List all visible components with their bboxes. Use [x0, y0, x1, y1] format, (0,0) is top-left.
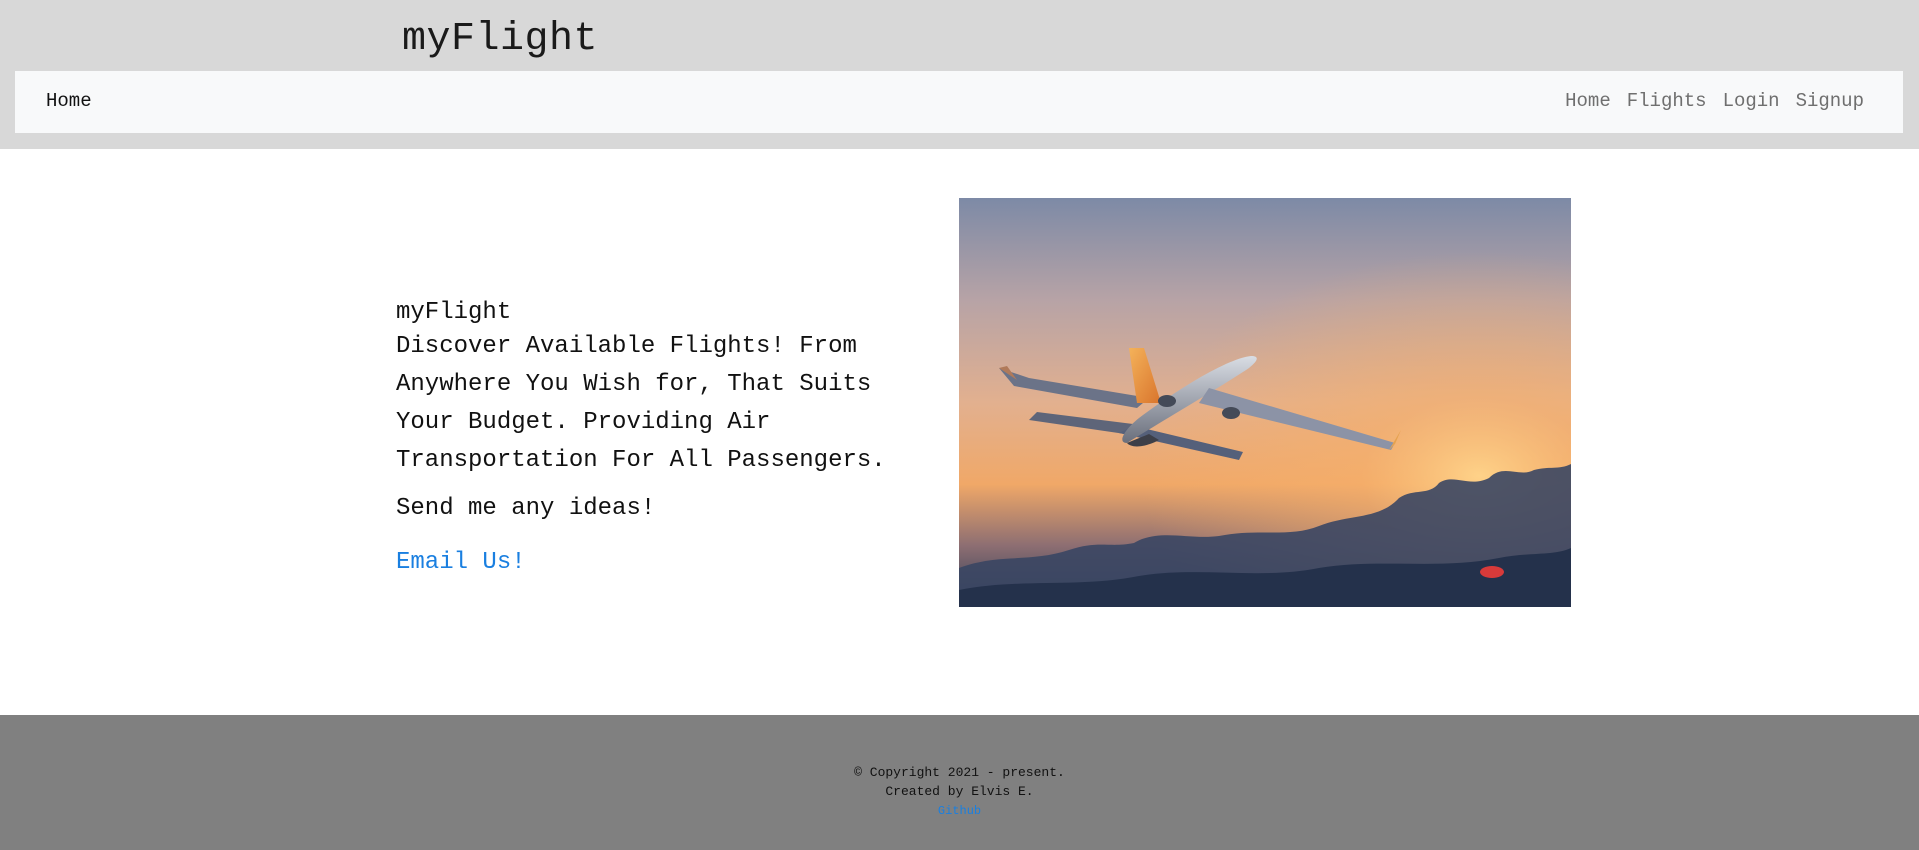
nav-links: Home Flights Login Signup — [1565, 89, 1864, 113]
nav-link-signup[interactable]: Signup — [1796, 89, 1864, 113]
airplane-sunset-image — [959, 198, 1571, 607]
footer: © Copyright 2021 - present. Created by E… — [0, 715, 1919, 850]
footer-created-by: Created by Elvis E. — [885, 784, 1034, 799]
footer-text: © Copyright 2021 - present. Created by E… — [0, 715, 1919, 821]
footer-copyright: © Copyright 2021 - present. — [854, 765, 1065, 780]
header: myFlight Home Home Flights Login Signup — [0, 0, 1919, 149]
hero-description: Discover Available Flights! From Anywher… — [396, 333, 886, 474]
site-title: myFlight — [402, 17, 599, 62]
nav-link-login[interactable]: Login — [1723, 89, 1780, 113]
nav-link-home[interactable]: Home — [1565, 89, 1611, 113]
nav-link-flights[interactable]: Flights — [1627, 89, 1707, 113]
navbar: Home Home Flights Login Signup — [15, 71, 1903, 133]
hero-cta-text: Send me any ideas! — [396, 495, 656, 522]
hero-text: myFlight Discover Available Flights! Fro… — [396, 298, 916, 578]
hero-heading: myFlight — [396, 299, 512, 326]
page: myFlight Home Home Flights Login Signup … — [0, 0, 1919, 850]
navbar-brand-home[interactable]: Home — [46, 89, 92, 113]
email-us-link[interactable]: Email Us! — [396, 548, 526, 578]
github-link[interactable]: Github — [938, 802, 981, 821]
